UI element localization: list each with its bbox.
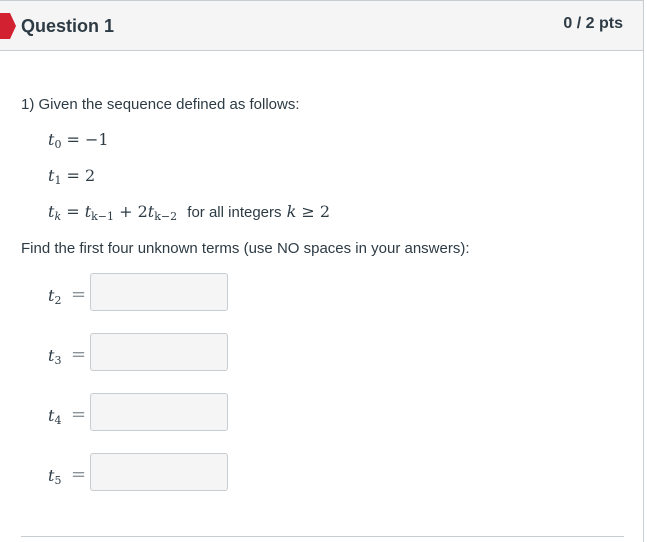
answer-input-t5[interactable]: [90, 453, 228, 491]
question-header: Question 1 0 / 2 pts: [0, 0, 643, 51]
answer-label-t3: t3: [48, 346, 62, 367]
equals-sign: =: [71, 344, 87, 365]
question-points: 0 / 2 pts: [563, 15, 623, 32]
recurrence-relation: tk = tk−1 + 2tk−2 for all integers k ≥ 2: [48, 202, 331, 223]
question-prompt: 1) Given the sequence defined as follows…: [21, 96, 300, 113]
question-card: Question 1 0 / 2 pts 1) Given the sequen…: [0, 0, 644, 542]
equals-sign: =: [71, 284, 87, 305]
answer-label-t4: t4: [48, 406, 62, 427]
answer-input-t2[interactable]: [90, 273, 228, 311]
answer-label-t5: t5: [48, 466, 62, 487]
answer-input-t3[interactable]: [90, 333, 228, 371]
answer-label-t2: t2: [48, 286, 62, 307]
question-instructions: Find the first four unknown terms (use N…: [21, 240, 470, 257]
initial-term-1: t1 = 2: [48, 166, 96, 187]
footer-divider: [21, 536, 624, 537]
question-title: Question 1: [21, 16, 115, 36]
equals-sign: =: [71, 464, 87, 485]
initial-term-0: t0 = −1: [48, 130, 109, 151]
equals-sign: =: [71, 404, 87, 425]
answer-input-t4[interactable]: [90, 393, 228, 431]
